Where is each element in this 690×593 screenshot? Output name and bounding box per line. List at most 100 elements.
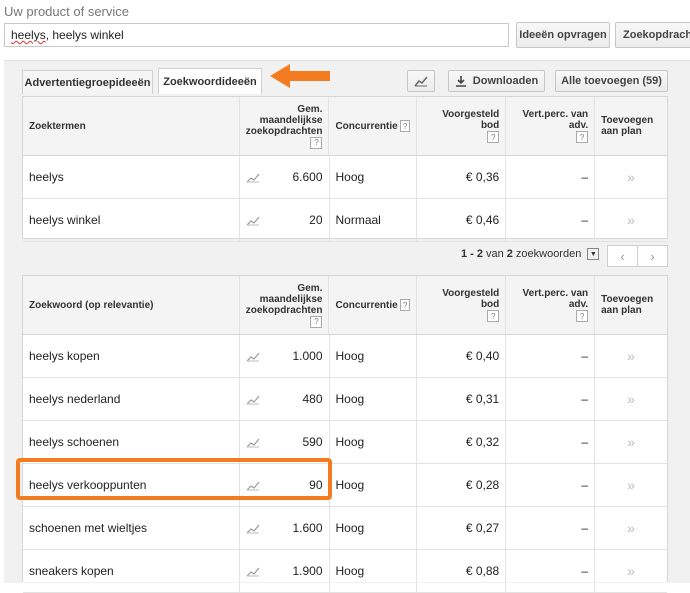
help-icon[interactable]: ? bbox=[487, 310, 500, 322]
page-of: van bbox=[486, 248, 504, 260]
table-row: heelys 6.600 Hoog € 0,36– » bbox=[23, 156, 667, 199]
add-to-plan-cell: » bbox=[595, 378, 667, 420]
col-monthly-label: Gem. maandelijkse zoekopdrachten bbox=[245, 282, 323, 316]
keyword-cell: heelys nederland bbox=[23, 378, 240, 420]
col-competition[interactable]: Concurrentie? bbox=[329, 276, 418, 334]
misspelled-word: heelys bbox=[11, 28, 46, 42]
add-to-plan-icon[interactable]: » bbox=[627, 391, 635, 407]
trend-chart-icon[interactable] bbox=[246, 522, 260, 534]
monthly-value: 1.600 bbox=[292, 521, 323, 535]
col-bid-label: Voorgesteld bod bbox=[442, 109, 500, 131]
col-monthly-searches[interactable]: Gem. maandelijkse zoekopdrachten? bbox=[240, 97, 330, 155]
table-row: schoenen met wieltjes 1.600 Hoog € 0,27– » bbox=[23, 507, 667, 550]
monthly-cell: 590 bbox=[240, 421, 330, 463]
share-cell: – bbox=[506, 378, 596, 420]
tab-adgroup-ideas[interactable]: Advertentiegroepideeën bbox=[22, 70, 153, 94]
bid-cell: € 0,31 bbox=[417, 378, 507, 420]
monthly-cell: 1.600 bbox=[240, 507, 330, 549]
table-row: heelys kopen 1.000 Hoog € 0,40– » bbox=[23, 335, 667, 378]
bid-cell: € 0,46 bbox=[417, 199, 507, 241]
share-cell: – bbox=[506, 464, 596, 506]
add-to-plan-cell: » bbox=[595, 464, 667, 506]
help-icon[interactable]: ? bbox=[399, 120, 411, 132]
table-row: sneakers kopen 1.900 Hoog € 0,88– » bbox=[23, 550, 667, 593]
add-to-plan-icon[interactable]: » bbox=[627, 563, 635, 579]
tab-keyword-ideas[interactable]: Zoekwoordideeën bbox=[158, 68, 262, 94]
col-keyword-relevance[interactable]: Zoekwoord (op relevantie) bbox=[23, 276, 240, 334]
table-row: heelys nederland 480 Hoog € 0,31– » bbox=[23, 378, 667, 421]
col-monthly-label: Gem. maandelijkse zoekopdrachten bbox=[245, 103, 323, 137]
add-to-plan-cell: » bbox=[595, 335, 667, 377]
pagination: 1 - 2 van 2 zoekwoorden ▼ bbox=[458, 248, 600, 260]
add-to-plan-icon[interactable]: » bbox=[627, 169, 635, 185]
trend-chart-icon[interactable] bbox=[246, 393, 260, 405]
competition-cell: Hoog bbox=[330, 378, 418, 420]
add-to-plan-icon[interactable]: » bbox=[627, 212, 635, 228]
download-icon bbox=[455, 76, 466, 87]
add-all-button[interactable]: Alle toevoegen (59) bbox=[555, 70, 668, 92]
add-to-plan-icon[interactable]: » bbox=[627, 434, 635, 450]
line-chart-icon bbox=[414, 76, 428, 87]
help-icon[interactable]: ? bbox=[487, 131, 500, 143]
add-to-plan-icon[interactable]: » bbox=[627, 348, 635, 364]
page-total: 2 bbox=[506, 248, 513, 260]
bid-cell: € 0,27 bbox=[417, 507, 507, 549]
help-icon[interactable]: ? bbox=[310, 315, 323, 328]
search-volume-button[interactable]: Zoekopdracht bbox=[615, 22, 690, 48]
help-icon[interactable]: ? bbox=[576, 131, 589, 143]
col-competition[interactable]: Concurrentie? bbox=[329, 97, 418, 155]
next-page-button[interactable]: › bbox=[637, 245, 668, 267]
monthly-value: 1.000 bbox=[292, 349, 323, 363]
trend-chart-icon[interactable] bbox=[246, 214, 260, 226]
monthly-value: 480 bbox=[302, 392, 323, 406]
help-icon[interactable]: ? bbox=[310, 136, 323, 149]
monthly-cell: 1.000 bbox=[240, 335, 330, 377]
chevron-down-icon[interactable]: ▼ bbox=[587, 248, 600, 260]
table-header: Zoektermen Gem. maandelijkse zoekopdrach… bbox=[23, 97, 667, 156]
trend-chart-icon[interactable] bbox=[246, 565, 260, 577]
add-to-plan-icon[interactable]: » bbox=[627, 520, 635, 536]
share-cell: – bbox=[506, 550, 596, 592]
download-label: Downloaden bbox=[472, 75, 539, 87]
add-to-plan-cell: » bbox=[595, 421, 667, 463]
keyword-cell: sneakers kopen bbox=[23, 550, 240, 592]
monthly-cell: 20 bbox=[240, 199, 330, 241]
col-add-to-plan: Toevoegen aan plan bbox=[601, 115, 654, 137]
download-button[interactable]: Downloaden bbox=[448, 70, 545, 92]
add-to-plan-icon[interactable]: » bbox=[627, 477, 635, 493]
col-search-terms[interactable]: Zoektermen bbox=[23, 97, 240, 155]
share-cell: – bbox=[506, 156, 596, 198]
col-ad-share[interactable]: Vert.perc. van adv.? bbox=[506, 276, 596, 334]
monthly-value: 20 bbox=[309, 213, 323, 227]
prev-page-button[interactable]: ‹ bbox=[607, 245, 638, 267]
keyword-cell: heelys winkel bbox=[23, 199, 240, 241]
get-ideas-button[interactable]: Ideeën opvragen bbox=[516, 22, 610, 48]
col-suggested-bid[interactable]: Voorgesteld bod? bbox=[417, 97, 507, 155]
search-terms-table: Zoektermen Gem. maandelijkse zoekopdrach… bbox=[22, 96, 668, 242]
page-suffix: zoekwoorden bbox=[515, 248, 582, 260]
help-icon[interactable]: ? bbox=[576, 310, 589, 322]
bid-cell: € 0,32 bbox=[417, 421, 507, 463]
product-input[interactable]: heelys, heelys winkel bbox=[4, 23, 509, 47]
trend-chart-icon[interactable] bbox=[246, 436, 260, 448]
trend-chart-icon[interactable] bbox=[246, 350, 260, 362]
keyword-cell: heelys bbox=[23, 156, 240, 198]
col-add-to-plan: Toevoegen aan plan bbox=[601, 294, 654, 316]
help-icon[interactable]: ? bbox=[399, 299, 411, 311]
col-competition-label: Concurrentie bbox=[335, 120, 398, 132]
chart-toggle-button[interactable] bbox=[407, 70, 435, 92]
competition-cell: Normaal bbox=[330, 199, 418, 241]
share-cell: – bbox=[506, 507, 596, 549]
bid-cell: € 0,36 bbox=[417, 156, 507, 198]
competition-cell: Hoog bbox=[330, 507, 418, 549]
competition-cell: Hoog bbox=[330, 156, 418, 198]
add-to-plan-cell: » bbox=[595, 550, 667, 592]
col-share-label: Vert.perc. van adv. bbox=[522, 109, 589, 131]
trend-chart-icon[interactable] bbox=[246, 171, 260, 183]
col-monthly-searches[interactable]: Gem. maandelijkse zoekopdrachten? bbox=[240, 276, 330, 334]
monthly-cell: 1.900 bbox=[240, 550, 330, 592]
competition-cell: Hoog bbox=[330, 335, 418, 377]
col-ad-share[interactable]: Vert.perc. van adv.? bbox=[506, 97, 596, 155]
col-suggested-bid[interactable]: Voorgesteld bod? bbox=[417, 276, 507, 334]
col-bid-label: Voorgesteld bod bbox=[442, 288, 500, 310]
